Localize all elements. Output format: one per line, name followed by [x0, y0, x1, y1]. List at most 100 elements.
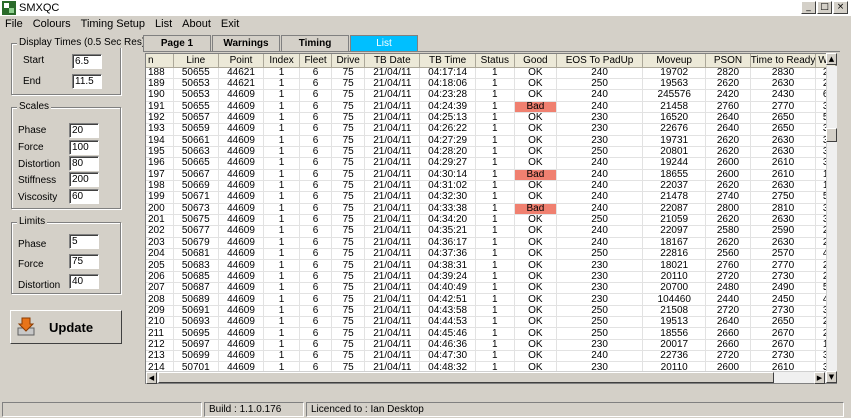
limit-force-input[interactable]	[69, 254, 99, 269]
scale-distortion-input[interactable]	[69, 156, 99, 171]
tab-timing[interactable]: Timing	[281, 35, 349, 52]
table-cell: 19244	[642, 157, 707, 170]
tab-list[interactable]: List	[350, 35, 418, 52]
column-header[interactable]: Drive	[331, 54, 366, 68]
table-row[interactable]: 203 50679 44609 1 6 75 21/04/11 04:36:17 1 OK 240 1…	[146, 237, 836, 250]
close-button[interactable]: ×	[833, 1, 848, 14]
limit-distortion-input[interactable]	[69, 274, 99, 289]
table-row[interactable]: 197 50667 44609 1 6 75 21/04/11 04:30:14 1 Bad 240…	[146, 169, 836, 181]
scroll-down-button[interactable]: ▼	[826, 371, 837, 383]
table-row[interactable]: 200 50673 44609 1 6 75 21/04/11 04:33:38 1 Bad 240…	[146, 203, 836, 215]
table-cell: OK	[514, 135, 557, 147]
table-cell: 04:33:38	[419, 203, 476, 215]
table-row[interactable]: 210 50693 44609 1 6 75 21/04/11 04:44:53 1 OK 250 1…	[146, 316, 836, 329]
table-row[interactable]: 188 50655 44621 1 6 75 21/04/11 04:17:14 1 OK 240 1…	[146, 67, 836, 79]
table-row[interactable]: 204 50681 44609 1 6 75 21/04/11 04:37:36 1 OK 250 2…	[146, 248, 836, 261]
table-row[interactable]: 189 50653 44621 1 6 75 21/04/11 04:18:06 1 OK 250 1…	[146, 78, 836, 91]
table-cell: 21/04/11	[364, 180, 421, 193]
tab-warnings[interactable]: Warnings	[212, 35, 280, 52]
table-cell: 1	[475, 282, 515, 295]
limit-phase-input[interactable]	[69, 234, 99, 249]
table-cell: 194	[146, 135, 174, 147]
table-row[interactable]: 199 50671 44609 1 6 75 21/04/11 04:32:30 1 OK 240 2…	[146, 191, 836, 204]
table-row[interactable]: 209 50691 44609 1 6 75 21/04/11 04:43:58 1 OK 250 2…	[146, 305, 836, 318]
table-row[interactable]: 192 50657 44609 1 6 75 21/04/11 04:25:13 1 OK 230 1…	[146, 112, 836, 125]
menu-file[interactable]: File	[0, 18, 28, 30]
table-cell: 75	[331, 101, 366, 113]
table-cell: 44609	[218, 282, 265, 295]
maximize-button[interactable]: □	[817, 1, 832, 14]
start-input[interactable]	[72, 54, 102, 69]
table-cell: 6	[299, 237, 333, 250]
table-row[interactable]: 205 50683 44609 1 6 75 21/04/11 04:38:31 1 OK 230 1…	[146, 259, 836, 272]
table-cell: 1	[263, 225, 301, 238]
scale-viscosity-input[interactable]	[69, 189, 99, 204]
column-header[interactable]: Moveup	[642, 54, 707, 68]
menu-colours[interactable]: Colours	[28, 18, 76, 30]
table-row[interactable]: 201 50675 44609 1 6 75 21/04/11 04:34:20 1 OK 250 2…	[146, 214, 836, 227]
table-cell: 2630	[750, 146, 817, 159]
table-row[interactable]: 193 50659 44609 1 6 75 21/04/11 04:26:22 1 OK 230 2…	[146, 123, 836, 136]
table-row[interactable]: 195 50663 44609 1 6 75 21/04/11 04:28:20 1 OK 250 2…	[146, 146, 836, 159]
column-header[interactable]: Point	[218, 54, 265, 68]
table-cell: 1	[263, 123, 301, 136]
table-cell: 1	[263, 237, 301, 250]
column-header[interactable]: PSON	[705, 54, 751, 68]
table-cell: 6	[299, 248, 333, 261]
column-header[interactable]: TB Date	[364, 54, 421, 68]
table-cell: 19513	[642, 316, 707, 329]
update-arrow-icon	[15, 316, 37, 338]
column-header[interactable]: Time to Ready	[750, 54, 817, 68]
column-header[interactable]: n	[146, 54, 174, 68]
table-cell: 6	[299, 259, 333, 272]
menu-exit[interactable]: Exit	[216, 18, 244, 30]
scale-stiffness-input[interactable]	[69, 172, 99, 187]
end-input[interactable]	[72, 74, 102, 89]
column-header[interactable]: Line	[173, 54, 219, 68]
column-header[interactable]: Status	[475, 54, 515, 68]
column-header[interactable]: Index	[263, 54, 301, 68]
table-row[interactable]: 206 50685 44609 1 6 75 21/04/11 04:39:24 1 OK 230 2…	[146, 271, 836, 284]
scroll-up-button[interactable]: ▲	[826, 53, 837, 65]
vertical-scroll-thumb[interactable]	[826, 128, 837, 142]
table-cell: OK	[514, 237, 557, 250]
table-row[interactable]: 208 50689 44609 1 6 75 21/04/11 04:42:51 1 OK 230 1…	[146, 293, 836, 306]
minimize-button[interactable]: _	[801, 1, 816, 14]
column-header[interactable]: EOS To PadUp	[556, 54, 644, 68]
table-row[interactable]: 191 50655 44609 1 6 75 21/04/11 04:24:39 1 Bad 240…	[146, 101, 836, 113]
table-cell: 04:17:14	[419, 67, 476, 79]
column-header[interactable]: Good	[514, 54, 557, 68]
column-header[interactable]: Fleet	[299, 54, 333, 68]
table-cell: 188	[146, 67, 174, 79]
table-row[interactable]: 207 50687 44609 1 6 75 21/04/11 04:40:49 1 OK 230 2…	[146, 282, 836, 295]
scale-phase-input[interactable]	[69, 123, 99, 138]
table-cell: 44609	[218, 214, 265, 227]
table-cell: 250	[556, 327, 644, 340]
list-grid[interactable]: n Line Point Index Fleet Drive TB Date TB Time S…	[145, 53, 837, 384]
table-row[interactable]: 213 50699 44609 1 6 75 21/04/11 04:47:30 1 OK 240 2…	[146, 350, 836, 363]
table-cell: OK	[514, 248, 557, 261]
tab-strip: Page 1 Warnings Timing List	[143, 35, 419, 52]
update-button[interactable]: Update	[10, 310, 122, 344]
tab-page-1[interactable]: Page 1	[143, 35, 211, 52]
table-row[interactable]: 190 50653 44609 1 6 75 21/04/11 04:23:28 1 OK 240 2…	[146, 89, 836, 102]
table-row[interactable]: 202 50677 44609 1 6 75 21/04/11 04:35:21 1 OK 240 2…	[146, 225, 836, 238]
scale-force-input[interactable]	[69, 140, 99, 155]
limit-force-label: Force	[18, 259, 44, 270]
table-row[interactable]: 198 50669 44609 1 6 75 21/04/11 04:31:02 1 OK 240 2…	[146, 180, 836, 193]
table-row[interactable]: 196 50665 44609 1 6 75 21/04/11 04:29:27 1 OK 240 1…	[146, 157, 836, 170]
table-row[interactable]: 212 50697 44609 1 6 75 21/04/11 04:46:36 1 OK 230 2…	[146, 339, 836, 352]
menu-timing-setup[interactable]: Timing Setup	[76, 18, 150, 30]
table-row[interactable]: 211 50695 44609 1 6 75 21/04/11 04:45:46 1 OK 250 1…	[146, 327, 836, 340]
table-cell: 230	[556, 112, 644, 125]
column-header[interactable]: TB Time	[419, 54, 476, 68]
vertical-scrollbar[interactable]	[826, 66, 837, 371]
table-cell: Bad	[514, 101, 557, 113]
scroll-right-button[interactable]: ▶	[814, 372, 825, 384]
scroll-left-button[interactable]: ◀	[146, 372, 157, 384]
table-cell: 2670	[750, 339, 817, 352]
menu-list[interactable]: List	[150, 18, 177, 30]
table-row[interactable]: 194 50661 44609 1 6 75 21/04/11 04:27:29 1 OK 230 1…	[146, 135, 836, 147]
horizontal-scroll-thumb[interactable]	[158, 372, 774, 383]
menu-about[interactable]: About	[177, 18, 216, 30]
